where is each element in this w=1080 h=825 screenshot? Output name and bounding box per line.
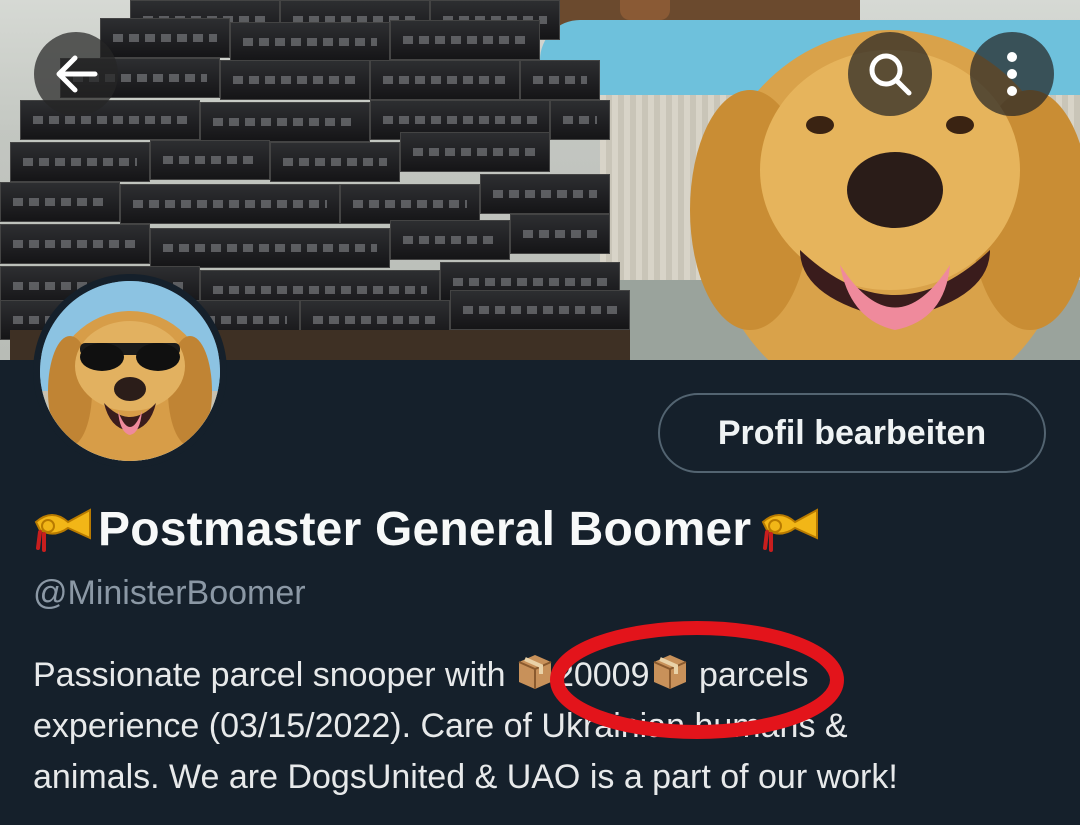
avatar-dog-with-sunglasses-image — [40, 281, 220, 461]
bio-line: experience (03/15/2022). Care of Ukraini… — [33, 707, 848, 745]
display-name: Postmaster General Boomer — [98, 502, 752, 556]
search-icon — [869, 53, 912, 96]
search-button[interactable] — [848, 32, 932, 116]
arrow-left-icon — [56, 55, 98, 93]
edit-profile-button[interactable]: Profil bearbeiten — [658, 393, 1046, 473]
display-name-row: Postmaster General Boomer — [32, 498, 821, 560]
profile-bio: Passionate parcel snooper with 20009 par… — [33, 650, 1043, 803]
more-options-button[interactable] — [970, 32, 1054, 116]
postal-horn-icon — [34, 508, 91, 552]
back-button[interactable] — [34, 32, 118, 116]
avatar[interactable] — [40, 281, 220, 461]
bio-text: Passionate parcel snooper with — [33, 656, 515, 694]
bio-line: Passionate parcel snooper with 20009 par… — [33, 650, 1043, 701]
username-handle: @MinisterBoomer — [33, 574, 306, 612]
red-annotation-circle — [550, 621, 844, 739]
avatar-frame[interactable] — [33, 274, 227, 468]
bio-line: animals. We are DogsUnited & UAO is a pa… — [33, 758, 898, 796]
more-vertical-icon — [1007, 52, 1017, 96]
postal-horn-icon — [761, 508, 819, 552]
